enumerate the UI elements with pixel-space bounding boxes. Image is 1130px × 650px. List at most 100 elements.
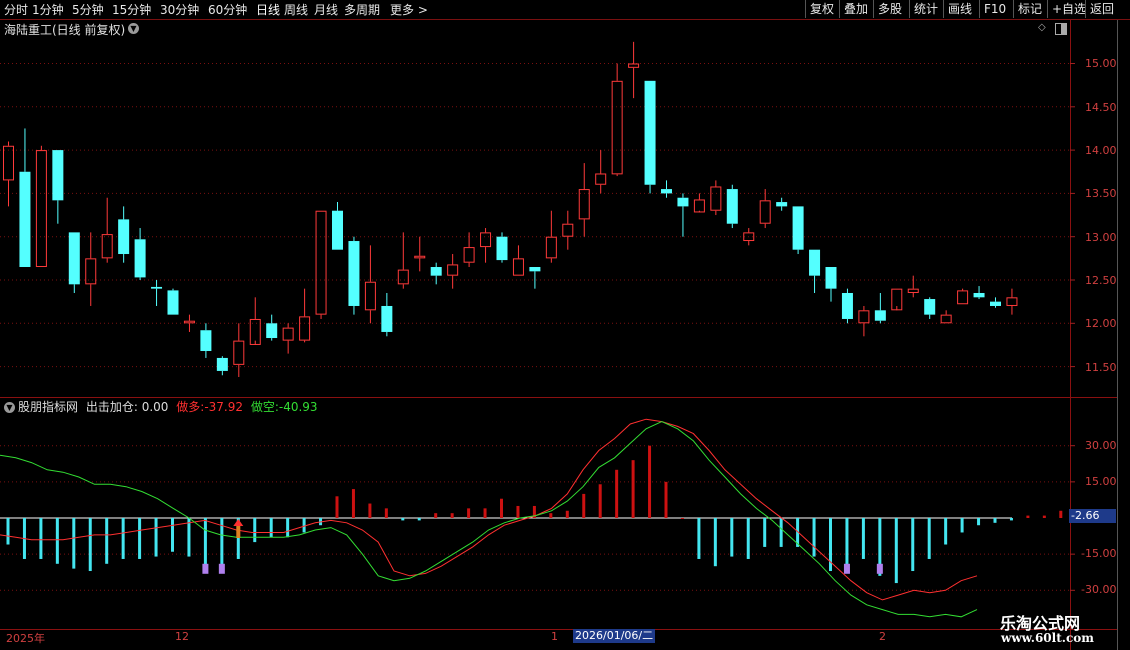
candle-body-up: [628, 63, 640, 68]
candle-body-up: [595, 173, 607, 185]
histogram-bar-negative: [105, 518, 109, 564]
histogram-bar-negative: [88, 518, 92, 572]
candle-body-down: [381, 305, 393, 332]
histogram-bar-negative: [72, 518, 76, 569]
candle-body-up: [364, 281, 376, 311]
signal-marker: [202, 563, 209, 574]
histogram-bar-negative: [417, 518, 421, 521]
histogram-bar-negative: [927, 518, 931, 559]
candle-body-up: [85, 258, 97, 285]
candle-body-up: [578, 189, 590, 220]
indicator-title: ▼ 股朋指标网 出击加仓: 0.00 做多:-37.92 做空:-40.93: [4, 398, 318, 415]
candle-body-down: [973, 292, 985, 298]
long-label: 做多:: [176, 400, 205, 414]
chevron-down-icon[interactable]: ▼: [4, 402, 15, 413]
short-value: -40.93: [278, 400, 318, 414]
signal-marker: [876, 563, 883, 574]
histogram-bar-negative: [730, 518, 734, 557]
histogram-bar-positive: [450, 513, 454, 518]
histogram-bar-positive: [351, 489, 355, 518]
candle-body-down: [266, 323, 278, 339]
histogram-bar-positive: [648, 445, 652, 518]
histogram-bar-negative: [812, 518, 816, 557]
candle-body-down: [151, 286, 163, 289]
indicator-tick: -30.00: [1081, 583, 1117, 596]
candle-body-up: [414, 255, 426, 259]
histogram-bar-negative: [960, 518, 964, 533]
indicator-tick: -15.00: [1081, 547, 1117, 560]
indicator-name[interactable]: 股朋指标网: [18, 400, 78, 414]
price-tick: 11.50: [1085, 361, 1117, 374]
price-tick: 14.00: [1085, 144, 1117, 157]
price-grid: [0, 63, 1075, 368]
chart-canvas[interactable]: [0, 0, 1130, 650]
histogram-bar-negative: [138, 518, 142, 559]
histogram-bar-negative: [779, 518, 783, 547]
candle-body-down: [924, 299, 936, 315]
date-label-year: 2025年: [6, 632, 45, 645]
long-line: [0, 418, 978, 601]
histogram-bar-negative: [944, 518, 948, 545]
candle-body-up: [299, 316, 311, 341]
candle-body-up: [858, 310, 870, 324]
chart-frame: [0, 20, 1118, 650]
candle-body-down: [644, 80, 656, 185]
candle-body-up: [463, 247, 475, 263]
candle-body-down: [990, 301, 1001, 306]
candle-body-down: [825, 267, 837, 289]
candle-body-down: [726, 189, 738, 224]
candle-body-up: [3, 145, 14, 181]
candles-layer: [3, 41, 1018, 377]
candle-body-up: [759, 200, 771, 224]
candle-body-down: [841, 292, 853, 319]
candle-body-down: [677, 197, 689, 207]
histogram-bar-negative: [401, 518, 405, 521]
candle-body-down: [68, 232, 80, 285]
candle-body-up: [957, 290, 969, 305]
candle-body-down: [19, 171, 31, 268]
diamond-icon[interactable]: ◇: [1038, 22, 1046, 33]
candle-body-down: [348, 241, 360, 306]
histogram-bar-positive: [483, 508, 487, 518]
signal-label: 出击加仓:: [85, 400, 138, 414]
candle-body-up: [611, 80, 623, 175]
candle-body-down: [200, 330, 212, 352]
candle-body-up: [907, 288, 919, 293]
histogram-bar-negative: [1009, 518, 1013, 521]
histogram-bar-positive: [598, 484, 602, 518]
histogram-bar-negative: [302, 518, 306, 533]
candle-body-down: [167, 290, 179, 315]
histogram-layer: [0, 445, 1063, 584]
candle-body-down: [496, 236, 508, 261]
candle-body-down: [809, 249, 821, 276]
price-tick: 12.00: [1085, 317, 1117, 330]
histogram-bar-negative: [746, 518, 750, 559]
histogram-bar-positive: [1042, 515, 1046, 518]
histogram-bar-positive: [680, 518, 684, 519]
candle-body-up: [512, 258, 524, 276]
price-tick: 13.50: [1085, 187, 1117, 200]
histogram-bar-positive: [434, 513, 438, 518]
candle-body-up: [397, 269, 409, 285]
candle-body-down: [118, 219, 130, 255]
histogram-bar-negative: [253, 518, 257, 543]
short-label: 做空:: [250, 400, 279, 414]
signal-marker: [218, 563, 225, 574]
histogram-bar-negative: [269, 518, 273, 538]
candle-body-up: [447, 264, 459, 276]
watermark-url: www.60lt.com: [1001, 631, 1094, 645]
histogram-bar-negative: [697, 518, 701, 559]
candle-body-down: [216, 357, 228, 371]
cursor-date: 2026/01/06/二: [573, 629, 656, 643]
chevron-down-icon[interactable]: ▼: [128, 23, 139, 34]
up-arrow-icon: [233, 519, 244, 526]
window-toggle-icon[interactable]: [1055, 23, 1067, 35]
price-tick: 12.50: [1085, 274, 1117, 287]
histogram-bar-negative: [286, 518, 290, 538]
histogram-bar-negative: [39, 518, 43, 559]
candle-body-down: [792, 206, 804, 250]
candle-body-down: [430, 267, 442, 276]
candle-body-up: [233, 340, 245, 365]
histogram-bar-positive: [1026, 515, 1030, 518]
arrow-stem: [236, 526, 241, 538]
